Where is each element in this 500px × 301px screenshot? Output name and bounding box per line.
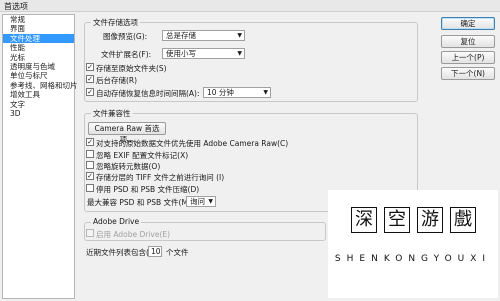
prefer-camera-raw-label: 对支持的原始数据文件优先使用 Adobe Camera Raw(C) — [96, 139, 289, 148]
autosave-label: 自动存储恢复信息时间间隔(A): — [96, 89, 200, 98]
sidebar-item-3d[interactable]: 3D — [3, 109, 74, 118]
previous-button[interactable]: 上一个(P) — [441, 51, 495, 64]
autosave-interval-select[interactable]: 10 分钟 ▼ — [203, 87, 271, 98]
sidebar-item-file-handling[interactable]: 文件处理 — [3, 33, 74, 44]
sidebar-item-performance[interactable]: 性能 — [3, 43, 74, 52]
save-alongside-label: 存储至原始文件夹(S) — [96, 64, 167, 73]
sidebar-item-interface[interactable]: 界面 — [3, 24, 74, 33]
watermark-char-4: 戲 — [450, 207, 476, 233]
max-compat-value: 询问 — [190, 197, 205, 206]
chevron-down-icon: ▼ — [263, 89, 268, 96]
recent-files-count-input[interactable]: 10 — [148, 246, 162, 257]
camera-raw-prefs-button[interactable]: Camera Raw 首选项... — [88, 122, 166, 144]
ok-button[interactable]: 确定 — [441, 17, 495, 30]
max-compat-select[interactable]: 询问 ▼ — [186, 196, 216, 207]
disable-compression-checkbox[interactable] — [86, 184, 94, 192]
disable-compression-label: 停用 PSD 和 PSB 文件压缩(D) — [96, 185, 200, 194]
ignore-exif-checkbox[interactable] — [86, 150, 94, 158]
chevron-down-icon: ▼ — [208, 198, 213, 205]
category-sidebar: 常规 界面 文件处理 性能 光标 透明度与色域 单位与标尺 参考线、网格和切片 … — [2, 14, 78, 299]
image-preview-select[interactable]: 总是存储 ▼ — [162, 30, 245, 41]
save-alongside-checkbox[interactable]: ✓ — [86, 63, 94, 71]
background-save-label: 后台存储(R) — [96, 76, 138, 85]
ignore-exif-label: 忽略 EXIF 配置文件标记(X) — [96, 151, 189, 160]
sidebar-item-general[interactable]: 常规 — [3, 15, 74, 24]
reset-button[interactable]: 复位 — [441, 35, 495, 48]
image-preview-value: 总是存储 — [166, 31, 196, 40]
file-extension-value: 使用小写 — [166, 49, 196, 58]
watermark-char-1: 深 — [351, 207, 377, 233]
adobe-drive-legend: Adobe Drive — [91, 217, 142, 226]
chevron-down-icon: ▼ — [237, 50, 242, 57]
sidebar-item-type[interactable]: 文字 — [3, 100, 74, 109]
chevron-down-icon: ▼ — [237, 32, 242, 39]
sidebar-item-plugins[interactable]: 增效工具 — [3, 90, 74, 99]
autosave-interval-value: 10 分钟 — [207, 88, 234, 97]
image-preview-label: 图像预览(G): — [103, 32, 148, 41]
recent-files-suffix: 个文件 — [166, 248, 189, 257]
autosave-checkbox[interactable]: ✓ — [86, 88, 94, 96]
next-button[interactable]: 下一个(N) — [441, 67, 495, 80]
sidebar-item-transparency[interactable]: 透明度与色域 — [3, 62, 74, 71]
preferences-window: 首选项 常规 界面 文件处理 性能 光标 透明度与色域 单位与标尺 参考线、网格… — [0, 0, 500, 301]
watermark-text: SHENKONGYOUXI — [334, 254, 492, 264]
prefer-camera-raw-checkbox[interactable]: ✓ — [86, 138, 94, 146]
file-compatibility-legend: 文件兼容性 — [91, 108, 133, 119]
enable-adobe-drive-checkbox[interactable] — [86, 229, 94, 237]
enable-adobe-drive-label: 启用 Adobe Drive(E) — [96, 230, 171, 239]
sidebar-item-guides-grid[interactable]: 参考线、网格和切片 — [3, 81, 78, 90]
sidebar-item-units-rulers[interactable]: 单位与标尺 — [3, 71, 74, 80]
title-bar: 首选项 — [0, 0, 500, 12]
file-save-legend: 文件存储选项 — [91, 17, 140, 28]
window-title: 首选项 — [4, 2, 28, 11]
file-extension-select[interactable]: 使用小写 ▼ — [162, 48, 245, 59]
sidebar-item-cursors[interactable]: 光标 — [3, 53, 74, 62]
ask-layered-tiff-checkbox[interactable]: ✓ — [86, 172, 94, 180]
watermark-char-2: 空 — [384, 207, 410, 233]
ignore-rotation-checkbox[interactable] — [86, 161, 94, 169]
max-compat-label: 最大兼容 PSD 和 PSB 文件(M): — [87, 198, 194, 207]
background-save-checkbox[interactable]: ✓ — [86, 75, 94, 83]
file-extension-label: 文件扩展名(F): — [101, 50, 152, 59]
watermark-char-3: 游 — [417, 207, 443, 233]
ignore-rotation-label: 忽略旋转元数据(O) — [96, 162, 161, 171]
watermark-logo: 深 空 游 戲 SHENKONGYOUXI — [328, 190, 498, 298]
ask-layered-tiff-label: 存储分层的 TIFF 文件之前进行询问 (I) — [96, 173, 225, 182]
